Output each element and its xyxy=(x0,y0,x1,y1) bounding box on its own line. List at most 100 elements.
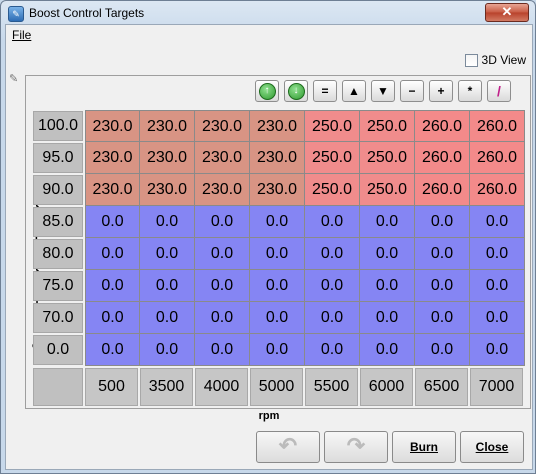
table-cell[interactable]: 230.0 xyxy=(85,142,140,174)
table-cell[interactable]: 0.0 xyxy=(360,334,415,366)
table-cell[interactable]: 0.0 xyxy=(85,238,140,270)
table-cell[interactable]: 250.0 xyxy=(305,142,360,174)
table-cell[interactable]: 0.0 xyxy=(85,206,140,238)
table-cell[interactable]: 0.0 xyxy=(250,302,305,334)
table-cell[interactable]: 0.0 xyxy=(305,206,360,238)
table-cell[interactable]: 0.0 xyxy=(85,334,140,366)
table-cell[interactable]: 230.0 xyxy=(85,110,140,142)
table-row: 70.0 0.0 0.0 0.0 0.0 0.0 0.0 0.0 0.0 xyxy=(32,302,525,334)
increment-button[interactable]: ↑ xyxy=(255,80,279,102)
table-cell[interactable]: 0.0 xyxy=(305,334,360,366)
x-axis-cell[interactable]: 4000 xyxy=(195,368,248,406)
table-cell[interactable]: 0.0 xyxy=(195,270,250,302)
table-cell[interactable]: 250.0 xyxy=(305,110,360,142)
subtract-button[interactable]: − xyxy=(400,80,424,102)
menu-file[interactable]: File xyxy=(12,28,31,42)
table-cell[interactable]: 0.0 xyxy=(360,270,415,302)
table-cell[interactable]: 0.0 xyxy=(415,270,470,302)
table-cell[interactable]: 230.0 xyxy=(140,110,195,142)
shift-down-button[interactable]: ▼ xyxy=(371,80,395,102)
x-axis-cell[interactable]: 7000 xyxy=(470,368,523,406)
table-cell[interactable]: 250.0 xyxy=(360,110,415,142)
y-axis-cell[interactable]: 100.0 xyxy=(33,111,83,141)
y-axis-cell[interactable]: 80.0 xyxy=(33,239,83,269)
table-cell[interactable]: 230.0 xyxy=(250,174,305,206)
close-button[interactable]: Close xyxy=(460,431,524,463)
redo-button[interactable]: ↷ xyxy=(324,431,388,463)
table-cell[interactable]: 250.0 xyxy=(360,142,415,174)
undo-button[interactable]: ↶ xyxy=(256,431,320,463)
table-cell[interactable]: 0.0 xyxy=(415,334,470,366)
table-cell[interactable]: 230.0 xyxy=(195,110,250,142)
table-cell[interactable]: 0.0 xyxy=(305,302,360,334)
table-cell[interactable]: 0.0 xyxy=(85,270,140,302)
x-axis-cell[interactable]: 6000 xyxy=(360,368,413,406)
table-cell[interactable]: 0.0 xyxy=(195,238,250,270)
multiply-button[interactable]: * xyxy=(458,80,482,102)
set-equal-button[interactable]: = xyxy=(313,80,337,102)
table-cell[interactable]: 260.0 xyxy=(415,174,470,206)
table-cell[interactable]: 0.0 xyxy=(250,238,305,270)
table-cell[interactable]: 0.0 xyxy=(140,334,195,366)
table-cell[interactable]: 0.0 xyxy=(360,238,415,270)
decrement-button[interactable]: ↓ xyxy=(284,80,308,102)
table-cell[interactable]: 230.0 xyxy=(250,110,305,142)
edit-icon[interactable]: ✎ xyxy=(9,72,21,85)
table-cell[interactable]: 0.0 xyxy=(195,302,250,334)
table-cell[interactable]: 0.0 xyxy=(360,206,415,238)
y-axis-cell[interactable]: 75.0 xyxy=(33,271,83,301)
table-cell[interactable]: 0.0 xyxy=(140,270,195,302)
interpolate-button[interactable]: / xyxy=(487,80,511,102)
table-cell[interactable]: 260.0 xyxy=(470,174,525,206)
x-axis-cell[interactable]: 5500 xyxy=(305,368,358,406)
table-cell[interactable]: 0.0 xyxy=(140,238,195,270)
table-cell[interactable]: 0.0 xyxy=(415,206,470,238)
table-cell[interactable]: 0.0 xyxy=(415,238,470,270)
table-cell[interactable]: 230.0 xyxy=(195,174,250,206)
title-bar[interactable]: ✎ Boost Control Targets ✕ xyxy=(1,1,535,25)
table-cell[interactable]: 0.0 xyxy=(470,238,525,270)
window-close-button[interactable]: ✕ xyxy=(485,3,529,22)
table-cell[interactable]: 0.0 xyxy=(140,206,195,238)
table-cell[interactable]: 0.0 xyxy=(250,270,305,302)
table-cell[interactable]: 0.0 xyxy=(250,334,305,366)
table-cell[interactable]: 0.0 xyxy=(195,334,250,366)
table-cell[interactable]: 250.0 xyxy=(360,174,415,206)
table-cell[interactable]: 0.0 xyxy=(470,334,525,366)
x-axis-cell[interactable]: 500 xyxy=(85,368,138,406)
table-cell[interactable]: 230.0 xyxy=(85,174,140,206)
table-cell[interactable]: 0.0 xyxy=(415,302,470,334)
view3d-toggle[interactable]: 3D View xyxy=(464,53,526,67)
table-cell[interactable]: 230.0 xyxy=(250,142,305,174)
table-cell[interactable]: 230.0 xyxy=(140,174,195,206)
shift-up-button[interactable]: ▲ xyxy=(342,80,366,102)
x-axis-cell[interactable]: 3500 xyxy=(140,368,193,406)
table-cell[interactable]: 0.0 xyxy=(305,270,360,302)
table-cell[interactable]: 0.0 xyxy=(85,302,140,334)
table-cell[interactable]: 0.0 xyxy=(470,206,525,238)
table-cell[interactable]: 0.0 xyxy=(140,302,195,334)
table-cell[interactable]: 260.0 xyxy=(415,142,470,174)
y-axis-cell[interactable]: 0.0 xyxy=(33,335,83,365)
y-axis-cell[interactable]: 90.0 xyxy=(33,175,83,205)
table-cell[interactable]: 250.0 xyxy=(305,174,360,206)
table-cell[interactable]: 260.0 xyxy=(470,110,525,142)
add-button[interactable]: + xyxy=(429,80,453,102)
table-cell[interactable]: 0.0 xyxy=(360,302,415,334)
table-cell[interactable]: 0.0 xyxy=(470,270,525,302)
view3d-checkbox[interactable] xyxy=(464,53,478,67)
y-axis-cell[interactable]: 70.0 xyxy=(33,303,83,333)
y-axis-cell[interactable]: 85.0 xyxy=(33,207,83,237)
burn-button[interactable]: Burn xyxy=(392,431,456,463)
table-cell[interactable]: 230.0 xyxy=(195,142,250,174)
table-cell[interactable]: 260.0 xyxy=(470,142,525,174)
y-axis-cell[interactable]: 95.0 xyxy=(33,143,83,173)
table-cell[interactable]: 0.0 xyxy=(470,302,525,334)
table-cell[interactable]: 230.0 xyxy=(140,142,195,174)
table-cell[interactable]: 260.0 xyxy=(415,110,470,142)
table-cell[interactable]: 0.0 xyxy=(305,238,360,270)
table-cell[interactable]: 0.0 xyxy=(195,206,250,238)
x-axis-cell[interactable]: 6500 xyxy=(415,368,468,406)
table-cell[interactable]: 0.0 xyxy=(250,206,305,238)
x-axis-cell[interactable]: 5000 xyxy=(250,368,303,406)
